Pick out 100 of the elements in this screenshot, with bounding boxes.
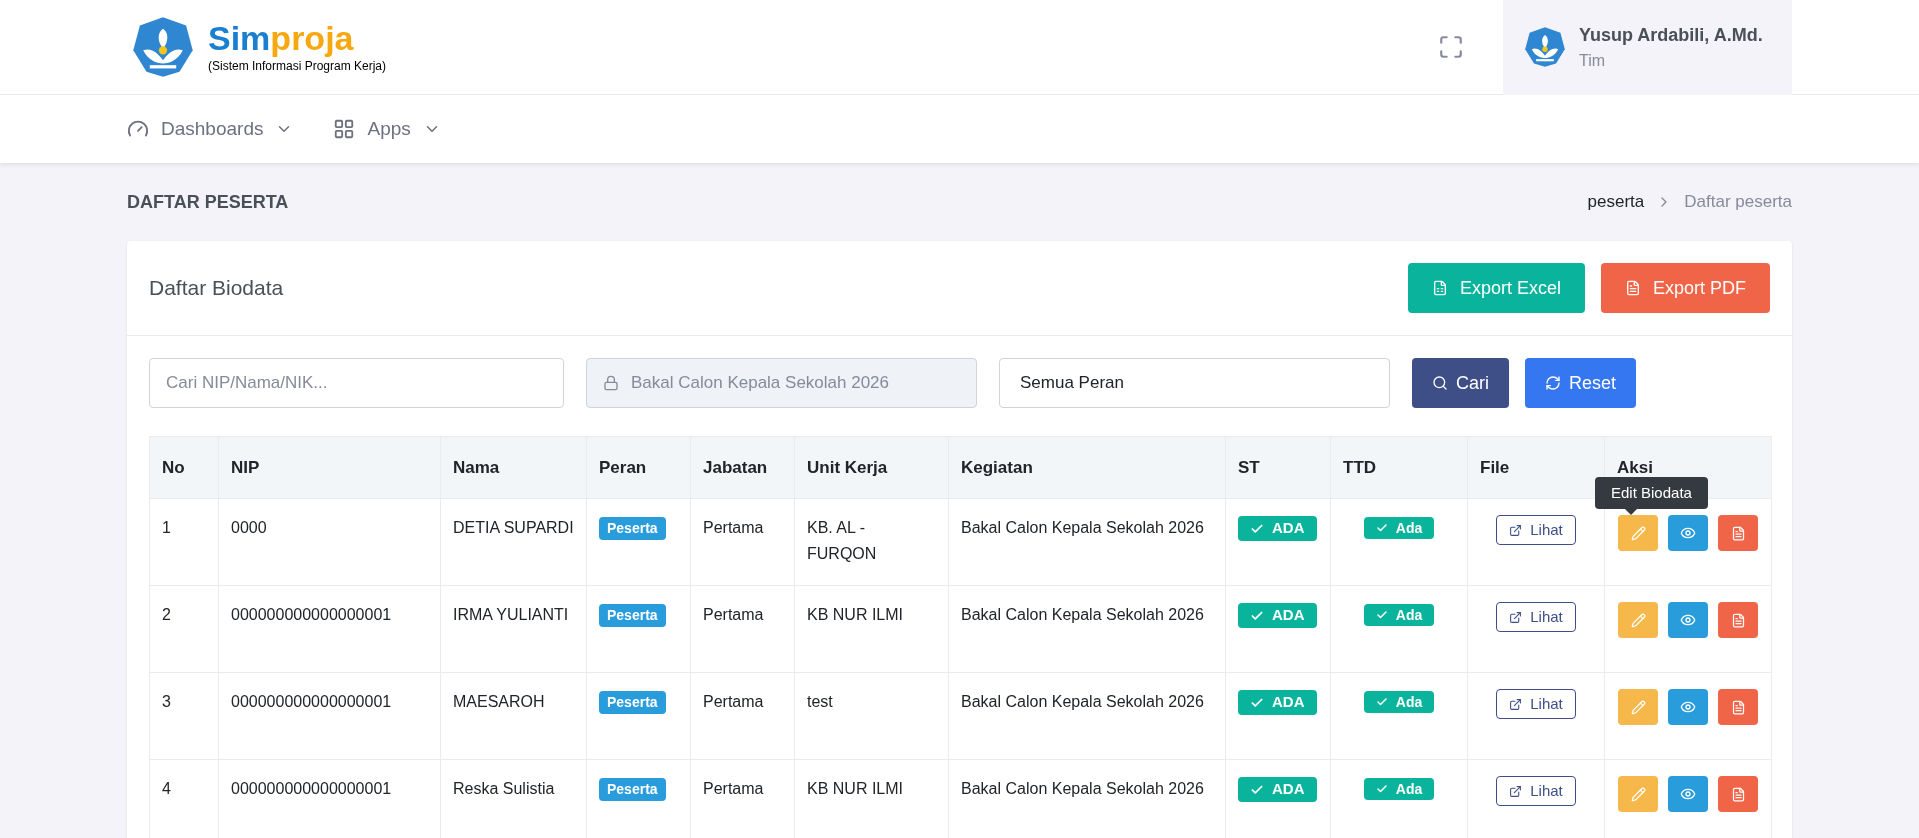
name-cell: DETIA SUPARDI <box>453 519 574 536</box>
view-file-button[interactable]: Lihat <box>1496 602 1576 632</box>
column-header: Kegiatan <box>961 457 1033 477</box>
search-field[interactable]: Cari NIP/Nama/NIK... <box>149 358 564 408</box>
unit-cell: KB NUR ILMI <box>807 780 903 797</box>
brand-name: Simproja <box>208 19 355 57</box>
name-cell: Reska Sulistia <box>453 780 555 797</box>
row-number: 4 <box>162 780 171 797</box>
external-link-icon <box>1509 697 1523 711</box>
user-name: Yusup Ardabili, A.Md. <box>1579 23 1763 47</box>
document-button[interactable] <box>1718 515 1758 551</box>
row-number: 3 <box>162 693 171 710</box>
nav-menu-item[interactable]: Dashboards <box>127 114 294 144</box>
nip-cell: 0000 <box>231 519 267 536</box>
position-cell: Pertama <box>703 606 764 623</box>
column-header: Unit Kerja <box>807 457 888 477</box>
column-header: Nama <box>453 457 500 477</box>
breadcrumb-item: Daftar peserta <box>1684 191 1792 214</box>
eye-icon <box>1680 786 1696 802</box>
position-cell: Pertama <box>703 780 764 797</box>
card-title: Daftar Biodata <box>149 275 284 302</box>
document-icon <box>1730 786 1746 802</box>
role-select[interactable]: Semua Peran <box>999 358 1390 408</box>
view-button[interactable] <box>1668 776 1708 812</box>
name-cell: IRMA YULIANTI <box>453 606 569 623</box>
view-button[interactable] <box>1668 515 1708 551</box>
pencil-icon <box>1630 525 1646 541</box>
view-button[interactable] <box>1668 602 1708 638</box>
document-button[interactable] <box>1718 689 1758 725</box>
activity-cell: Bakal Calon Kepala Sekolah 2026 <box>961 606 1204 623</box>
eye-icon <box>1680 525 1696 541</box>
row-number: 2 <box>162 606 171 623</box>
activity-cell: Bakal Calon Kepala Sekolah 2026 <box>961 780 1204 797</box>
signature-status-badge: Ada <box>1363 778 1435 800</box>
spreadsheet-icon <box>1431 280 1448 296</box>
signature-status-badge: Ada <box>1363 517 1435 539</box>
external-link-icon <box>1509 523 1523 537</box>
edit-button[interactable] <box>1618 602 1658 638</box>
view-button[interactable] <box>1668 689 1708 725</box>
role-badge: Peserta <box>599 517 666 540</box>
unit-cell: KB NUR ILMI <box>807 606 903 623</box>
nip-cell: 000000000000000001 <box>231 780 392 797</box>
logo-emblem-icon <box>130 14 196 80</box>
column-header: TTD <box>1343 457 1377 477</box>
document-button[interactable] <box>1718 776 1758 812</box>
edit-button[interactable] <box>1618 515 1658 551</box>
column-header: Peran <box>599 457 647 477</box>
role-badge: Peserta <box>599 604 666 627</box>
edit-button[interactable] <box>1618 776 1658 812</box>
reset-button[interactable]: Reset <box>1525 358 1637 408</box>
name-cell: MAESAROH <box>453 693 545 710</box>
nip-cell: 000000000000000001 <box>231 606 392 623</box>
column-header: No <box>162 457 185 477</box>
document-icon <box>1624 280 1641 296</box>
user-role: Tim <box>1579 50 1607 71</box>
search-button[interactable]: Cari <box>1412 358 1509 408</box>
signature-status-badge: Ada <box>1363 691 1435 713</box>
pencil-icon <box>1630 786 1646 802</box>
brand-subtitle: (Sistem Informasi Program Kerja) <box>208 58 387 75</box>
view-file-button[interactable]: Lihat <box>1496 689 1576 719</box>
role-badge: Peserta <box>599 778 666 801</box>
external-link-icon <box>1509 610 1523 624</box>
st-status-badge: ADA <box>1238 516 1317 541</box>
signature-status-badge: Ada <box>1363 604 1435 626</box>
refresh-icon <box>1545 375 1561 391</box>
column-header: ST <box>1238 457 1260 477</box>
tooltip: Edit Biodata <box>1595 477 1708 509</box>
view-file-button[interactable]: Lihat <box>1496 776 1576 806</box>
position-cell: Pertama <box>703 519 764 536</box>
row-number: 1 <box>162 519 171 536</box>
fullscreen-icon <box>1438 34 1464 60</box>
activity-cell: Bakal Calon Kepala Sekolah 2026 <box>961 693 1204 710</box>
avatar-emblem-icon <box>1523 25 1567 69</box>
search-icon <box>1432 375 1448 391</box>
activity-cell: Bakal Calon Kepala Sekolah 2026 <box>961 519 1204 536</box>
document-icon <box>1730 612 1746 628</box>
user-menu[interactable]: Yusup Ardabili, A.Md. Tim <box>1503 0 1792 95</box>
role-badge: Peserta <box>599 691 666 714</box>
pencil-icon <box>1630 612 1646 628</box>
column-header: File <box>1480 457 1510 477</box>
column-header: NIP <box>231 457 260 477</box>
document-icon <box>1730 699 1746 715</box>
breadcrumb-item[interactable]: peserta <box>1587 189 1645 215</box>
document-button[interactable] <box>1718 602 1758 638</box>
st-status-badge: ADA <box>1238 777 1317 802</box>
column-header: Jabatan <box>703 457 768 477</box>
nav-menu-item[interactable]: Apps <box>333 114 441 144</box>
nip-cell: 000000000000000001 <box>231 693 392 710</box>
edit-button[interactable] <box>1618 689 1658 725</box>
column-header: Aksi <box>1617 457 1653 477</box>
pencil-icon <box>1630 699 1646 715</box>
position-cell: Pertama <box>703 693 764 710</box>
view-file-button[interactable]: Lihat <box>1496 515 1576 545</box>
eye-icon <box>1680 699 1696 715</box>
lock-icon <box>603 375 619 391</box>
external-link-icon <box>1509 784 1523 798</box>
eye-icon <box>1680 612 1696 628</box>
unit-cell: test <box>807 693 833 710</box>
document-icon <box>1730 525 1746 541</box>
page-title: DAFTAR PESERTA <box>127 190 289 214</box>
